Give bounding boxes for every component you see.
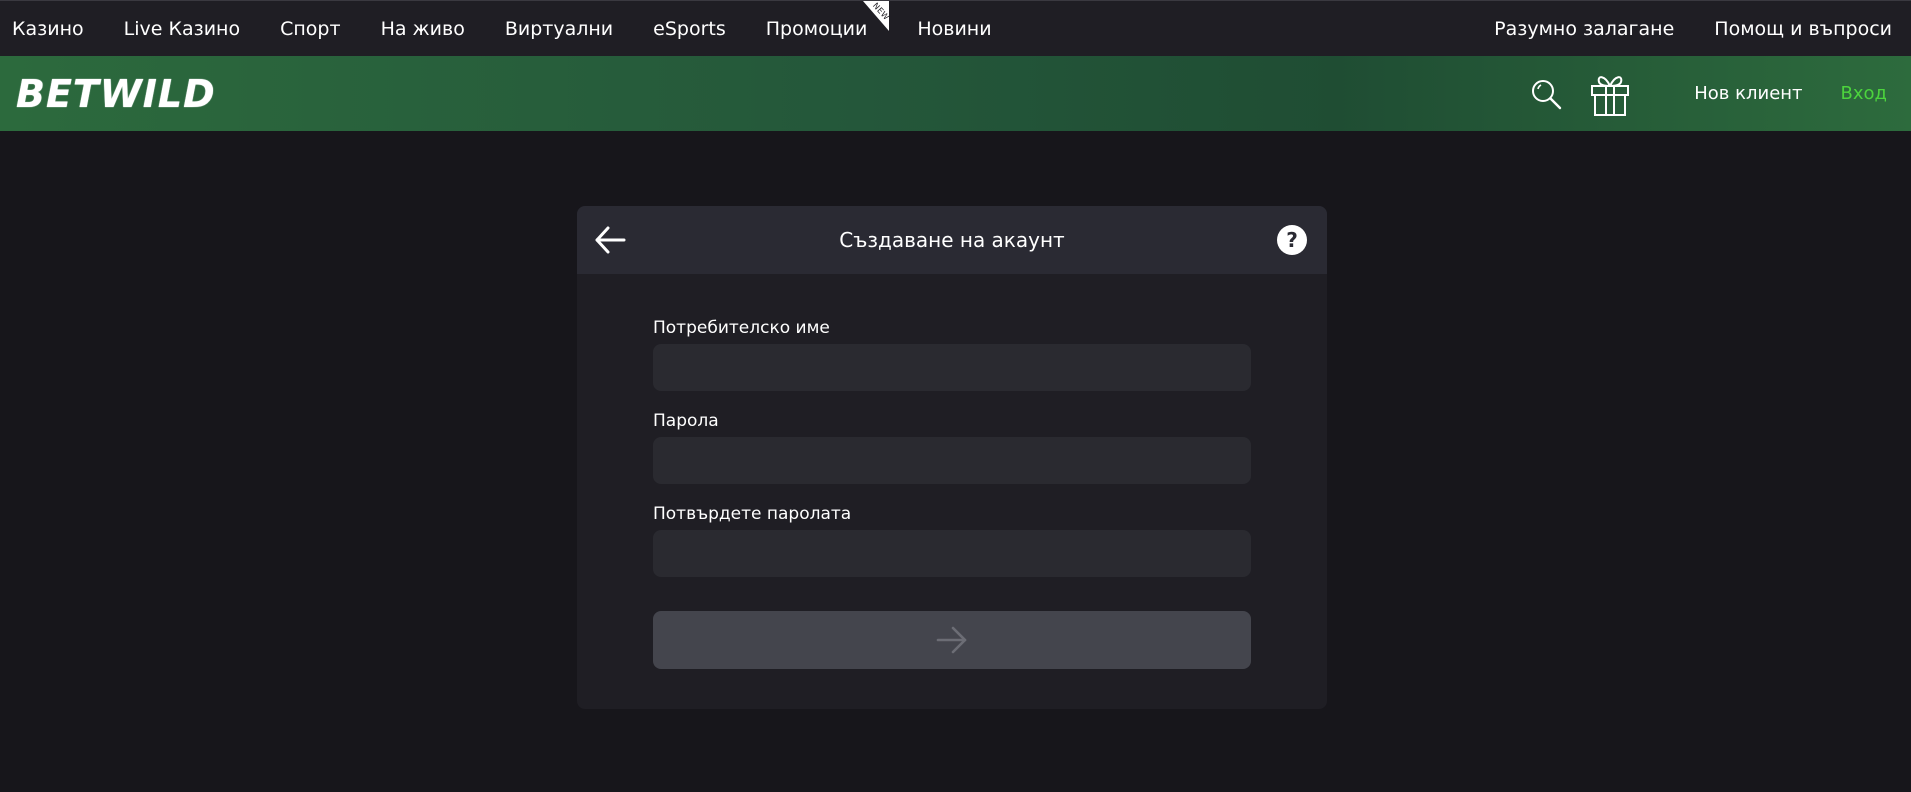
nav-item-live-casino[interactable]: Live Казино <box>124 1 240 56</box>
secondary-menu: Разумно залагане Помощ и въпроси <box>1454 1 1911 56</box>
question-mark-icon: ? <box>1286 228 1298 252</box>
help-button[interactable]: ? <box>1277 225 1307 255</box>
new-badge: NEW <box>863 1 890 31</box>
betwild-logo[interactable]: BETWILD <box>16 72 216 116</box>
card-header: Създаване на акаунт ? <box>577 206 1327 274</box>
search-icon <box>1532 79 1562 109</box>
submit-button[interactable] <box>653 611 1251 669</box>
nav-item-esports[interactable]: eSports <box>653 1 726 56</box>
gift-button[interactable] <box>1588 70 1632 118</box>
arrow-left-icon <box>595 226 626 254</box>
password-label: Парола <box>653 411 719 431</box>
username-field[interactable] <box>653 344 1251 391</box>
nav-item-casino[interactable]: Казино <box>12 1 84 56</box>
nav-item-news[interactable]: Новини <box>917 1 991 56</box>
main-menu: Казино Live Казино Спорт На живо Виртуал… <box>0 1 1020 56</box>
nav-item-responsible-gambling[interactable]: Разумно залагане <box>1494 1 1674 56</box>
create-account-card: Създаване на акаунт ? Потребителско име … <box>577 206 1327 709</box>
nav-label: Спорт <box>280 17 341 40</box>
arrow-right-icon <box>936 626 967 654</box>
nav-label: Казино <box>12 17 84 40</box>
page-title: Създаване на акаунт <box>839 228 1065 252</box>
nav-label: На живо <box>380 17 465 40</box>
registration-form: Потребителско име Парола Потвърдете паро… <box>653 318 1251 597</box>
nav-label: Промоции <box>765 17 868 40</box>
confirm-password-field[interactable] <box>653 530 1251 577</box>
nav-item-promotions[interactable]: Промоции NEW <box>765 1 890 56</box>
brand-header: BETWILD Нов клиент Вход <box>0 56 1911 131</box>
new-client-link[interactable]: Нов клиент <box>1694 83 1802 104</box>
back-button[interactable] <box>593 224 627 256</box>
nav-label: Новини <box>917 17 992 40</box>
gift-icon <box>1591 75 1630 116</box>
nav-label: eSports <box>653 17 726 40</box>
nav-item-live[interactable]: На живо <box>381 1 465 56</box>
top-navigation: Казино Live Казино Спорт На живо Виртуал… <box>0 0 1911 56</box>
login-link[interactable]: Вход <box>1841 83 1887 104</box>
nav-item-virtual[interactable]: Виртуални <box>505 1 613 56</box>
nav-label: Помощ и въпроси <box>1714 17 1892 40</box>
username-label: Потребителско име <box>653 318 830 338</box>
confirm-password-label: Потвърдете паролата <box>653 504 852 524</box>
nav-label: Разумно залагане <box>1494 17 1675 40</box>
password-field[interactable] <box>653 437 1251 484</box>
nav-item-sport[interactable]: Спорт <box>280 1 340 56</box>
nav-item-help[interactable]: Помощ и въпроси <box>1714 1 1892 56</box>
header-actions: Нов клиент Вход <box>1528 56 1911 131</box>
search-button[interactable] <box>1528 76 1564 112</box>
nav-label: Live Казино <box>123 17 241 40</box>
nav-label: Виртуални <box>504 17 614 40</box>
